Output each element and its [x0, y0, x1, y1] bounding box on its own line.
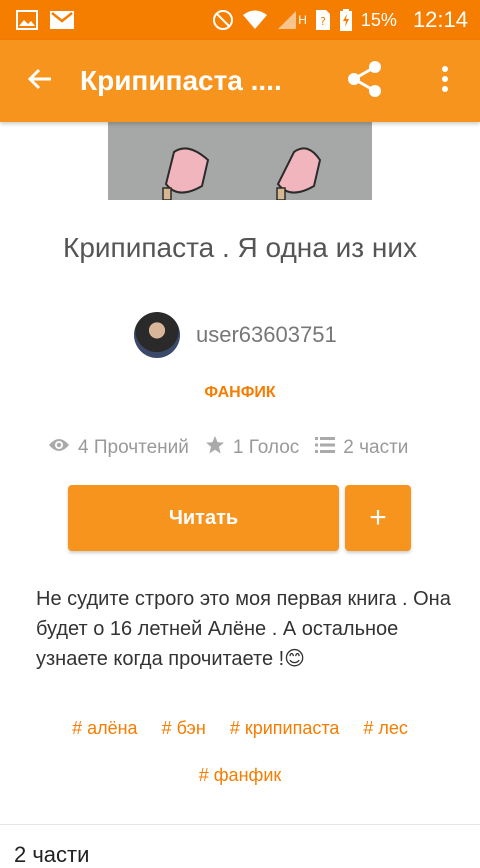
tag[interactable]: # алёна: [72, 718, 138, 739]
votes-count: 1 Голос: [232, 437, 300, 458]
category-label[interactable]: ФАНФИК: [0, 384, 480, 402]
votes-stat: 1 Голос: [205, 435, 299, 461]
gmail-icon: [50, 11, 74, 29]
section-divider: [0, 824, 480, 825]
battery-percent: 15%: [360, 9, 397, 30]
svg-text:?: ?: [320, 15, 326, 28]
story-stats: 4 Прочтений 1 Голос 2 части: [48, 434, 424, 462]
do-not-disturb-icon: [212, 9, 234, 31]
more-options-button[interactable]: [425, 56, 465, 106]
add-to-library-button[interactable]: +: [345, 485, 411, 551]
sim-icon: ?: [315, 9, 331, 31]
network-type-label: H: [298, 13, 307, 27]
story-cover-image: [108, 122, 372, 200]
share-icon: [346, 60, 384, 103]
more-vertical-icon: [441, 65, 449, 98]
tag[interactable]: # крипипаста: [230, 718, 340, 739]
share-button[interactable]: [340, 56, 390, 106]
reads-stat: 4 Прочтений: [48, 437, 189, 459]
tag-list: # алёна # бэн # крипипаста # лес # фанфи…: [40, 718, 440, 786]
eye-icon: [48, 437, 78, 459]
wifi-icon: [242, 10, 268, 30]
story-title: Крипипаста . Я одна из них: [63, 232, 417, 263]
story-description: Не судите строго это моя первая книга . …: [36, 588, 451, 670]
battery-icon: [339, 9, 353, 31]
parts-stat: 2 части: [315, 436, 408, 460]
parts-heading: 2 части: [14, 842, 90, 867]
tag[interactable]: # лес: [363, 718, 408, 739]
author-name[interactable]: user63603751: [196, 322, 337, 348]
author-row[interactable]: user63603751: [134, 312, 337, 358]
read-button[interactable]: Читать: [68, 485, 339, 551]
author-avatar[interactable]: [134, 312, 180, 358]
signal-icon: [276, 9, 298, 31]
tag[interactable]: # фанфик: [199, 765, 282, 786]
parts-count: 2 части: [343, 437, 409, 458]
image-icon: [16, 10, 38, 30]
clock: 12:14: [412, 7, 468, 32]
star-icon: [205, 435, 233, 461]
arrow-left-icon: [27, 62, 53, 101]
app-bar: Крипипаста ....: [0, 40, 480, 122]
status-bar: H ? 15% 12:14: [0, 0, 480, 40]
back-button[interactable]: [0, 40, 80, 122]
app-bar-title: Крипипаста ....: [80, 65, 282, 96]
list-icon: [315, 436, 343, 460]
tag[interactable]: # бэн: [162, 718, 206, 739]
reads-count: 4 Прочтений: [78, 437, 189, 458]
